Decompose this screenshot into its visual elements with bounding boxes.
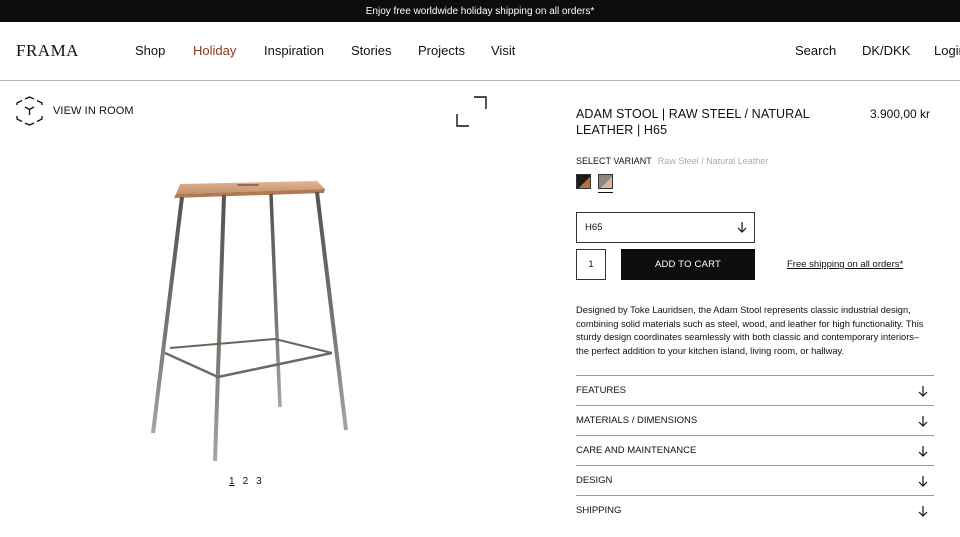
promo-text: Enjoy free worldwide holiday shipping on… [365,5,595,17]
variant-label: SELECT VARIANT [576,156,652,166]
accordion-label: FEATURES [576,385,626,396]
pager-page-2[interactable]: 2 [243,476,249,487]
accordion-design[interactable]: DESIGN [576,465,934,495]
accordion-label: SHIPPING [576,505,622,516]
size-select-value: H65 [585,222,603,233]
accordion-features[interactable]: FEATURES [576,375,934,405]
accordion-label: MATERIALS / DIMENSIONS [576,415,698,426]
image-pager: 1 2 3 [229,476,262,487]
swatch-raw-steel-natural[interactable] [598,174,613,189]
nav-shop[interactable]: Shop [135,43,165,58]
arrow-down-icon [918,415,928,430]
arrow-down-icon [918,505,928,520]
pager-page-1[interactable]: 1 [229,476,235,487]
arrow-down-icon [737,221,747,236]
selected-swatch-indicator [598,192,613,193]
cube-ar-icon [16,96,43,126]
accordion-label: DESIGN [576,475,613,486]
nav-currency[interactable]: DK/DKK [862,43,910,58]
arrow-down-icon [918,385,928,400]
quantity-input[interactable]: 1 [576,249,606,280]
shipping-link[interactable]: Free shipping on all orders* [787,259,903,270]
accordion-label: CARE AND MAINTENANCE [576,445,697,456]
accordion-shipping[interactable]: SHIPPING [576,495,934,525]
nav-search[interactable]: Search [795,43,836,58]
variant-row: SELECT VARIANT Raw Steel / Natural Leath… [576,156,768,166]
product-price: 3.900,00 kr [870,107,931,121]
arrow-down-icon [918,475,928,490]
fullscreen-icon[interactable] [456,96,487,127]
variant-value: Raw Steel / Natural Leather [657,156,769,166]
product-title: ADAM STOOL | RAW STEEL / NATURAL LEATHER… [576,107,810,137]
logo[interactable]: FRAMA [16,41,79,61]
view-in-room-label: VIEW IN ROOM [53,105,134,117]
add-to-cart-button[interactable]: ADD TO CART [621,249,755,280]
nav-holiday[interactable]: Holiday [193,43,236,58]
site-header: FRAMA Shop Holiday Inspiration Stories P… [0,22,960,81]
size-select[interactable]: H65 [576,212,755,243]
product-image-stool[interactable] [140,175,360,465]
nav-login[interactable]: Login [934,43,960,58]
promo-banner: Enjoy free worldwide holiday shipping on… [0,0,960,22]
accordion-materials-dimensions[interactable]: MATERIALS / DIMENSIONS [576,405,934,435]
swatch-black-steel-cognac[interactable] [576,174,591,189]
product-description: Designed by Toke Lauridsen, the Adam Sto… [576,305,924,356]
view-in-room-button[interactable]: VIEW IN ROOM [16,96,134,126]
nav-projects[interactable]: Projects [418,43,465,58]
nav-inspiration[interactable]: Inspiration [264,43,324,58]
arrow-down-icon [918,445,928,460]
pager-page-3[interactable]: 3 [256,476,262,487]
nav-stories[interactable]: Stories [351,43,391,58]
accordion-care-maintenance[interactable]: CARE AND MAINTENANCE [576,435,934,465]
nav-visit[interactable]: Visit [491,43,515,58]
